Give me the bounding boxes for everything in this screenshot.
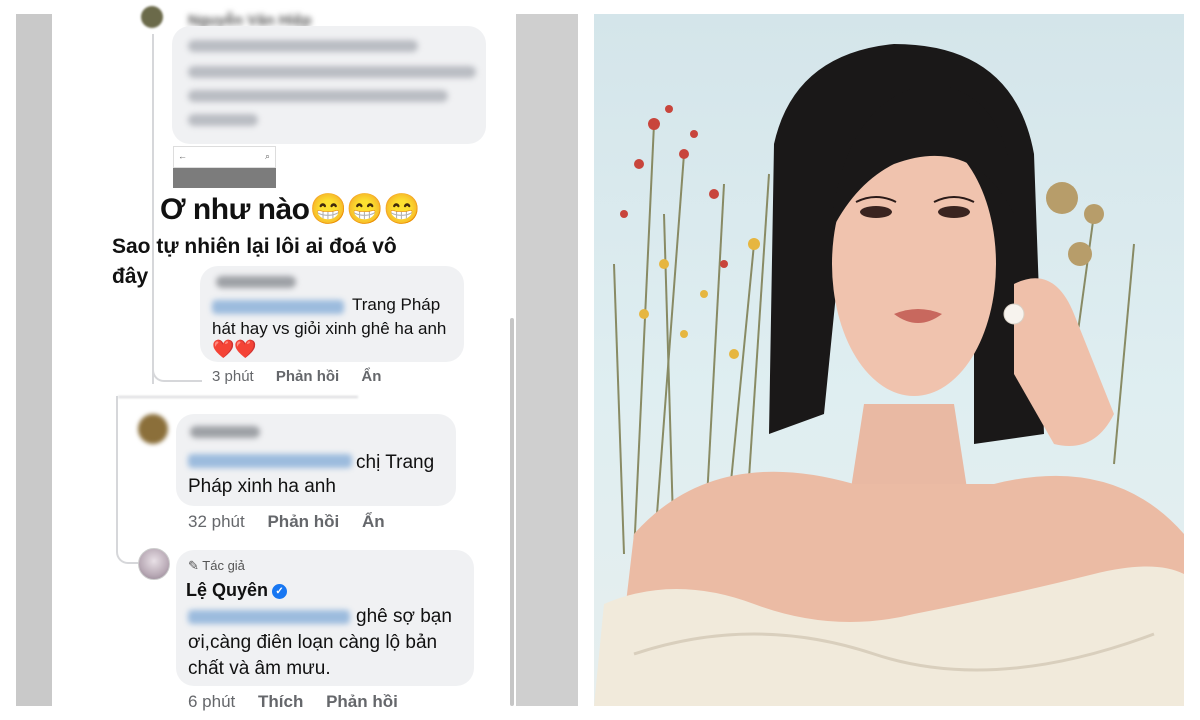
thread-line (152, 34, 154, 384)
portrait-photo (594, 14, 1184, 706)
reply-link[interactable]: Phản hồi (276, 368, 339, 385)
author-comment-text-line2: ơi,càng điên loạn càng lộ bản (188, 632, 438, 653)
like-link[interactable]: Thích (258, 692, 303, 711)
author-avatar[interactable] (138, 548, 170, 580)
comments-screenshot: Nguyễn Văn Hiệp ← ⌕ Ơ như nào😁😁😁 Sao tự n… (0, 0, 578, 720)
comment-1-meta: 3 phút Phản hồi Ẩn (212, 368, 399, 385)
scrollbar[interactable] (510, 318, 514, 706)
attached-image[interactable]: ← ⌕ (173, 146, 276, 188)
comment-2-text-line2: Pháp xinh ha anh (188, 476, 336, 497)
author-name[interactable]: Lệ Quyên ✓ (186, 580, 288, 601)
reply-link[interactable]: Phản hồi (267, 512, 339, 531)
thread-connector (152, 340, 202, 382)
comment-1-text-line1: Trang Pháp (352, 295, 441, 314)
comment-time: 3 phút (212, 368, 254, 385)
right-gray-border (516, 14, 578, 706)
hide-link[interactable]: Ẩn (361, 368, 381, 385)
comment-1-hearts: ❤️❤️ (212, 339, 257, 359)
thread-connector (116, 530, 140, 564)
reply-link[interactable]: Phản hồi (326, 692, 398, 711)
comment-2-text-line1: chị Trang (356, 452, 435, 473)
avatar[interactable] (141, 6, 163, 28)
verified-icon: ✓ (272, 583, 288, 599)
overlay-caption-1: Ơ như nào😁😁😁 (160, 193, 421, 226)
comment-bubble-top (172, 26, 486, 144)
thread-line-2 (116, 396, 118, 536)
comment-time: 6 phút (188, 692, 236, 711)
hide-link[interactable]: Ẩn (362, 512, 385, 531)
author-badge: ✎ Tác giả (188, 558, 245, 573)
portrait-illustration (594, 44, 1184, 706)
avatar[interactable] (138, 414, 168, 444)
comment-time: 32 phút (188, 512, 245, 531)
author-comment-text-line1: ghê sợ bạn (356, 606, 452, 627)
author-comment-text-line3: chất và âm mưu. (188, 658, 331, 679)
left-gray-border (16, 14, 52, 706)
author-comment-meta: 6 phút Thích Phản hồi (188, 692, 416, 712)
comment-2-meta: 32 phút Phản hồi Ẩn (188, 512, 403, 532)
